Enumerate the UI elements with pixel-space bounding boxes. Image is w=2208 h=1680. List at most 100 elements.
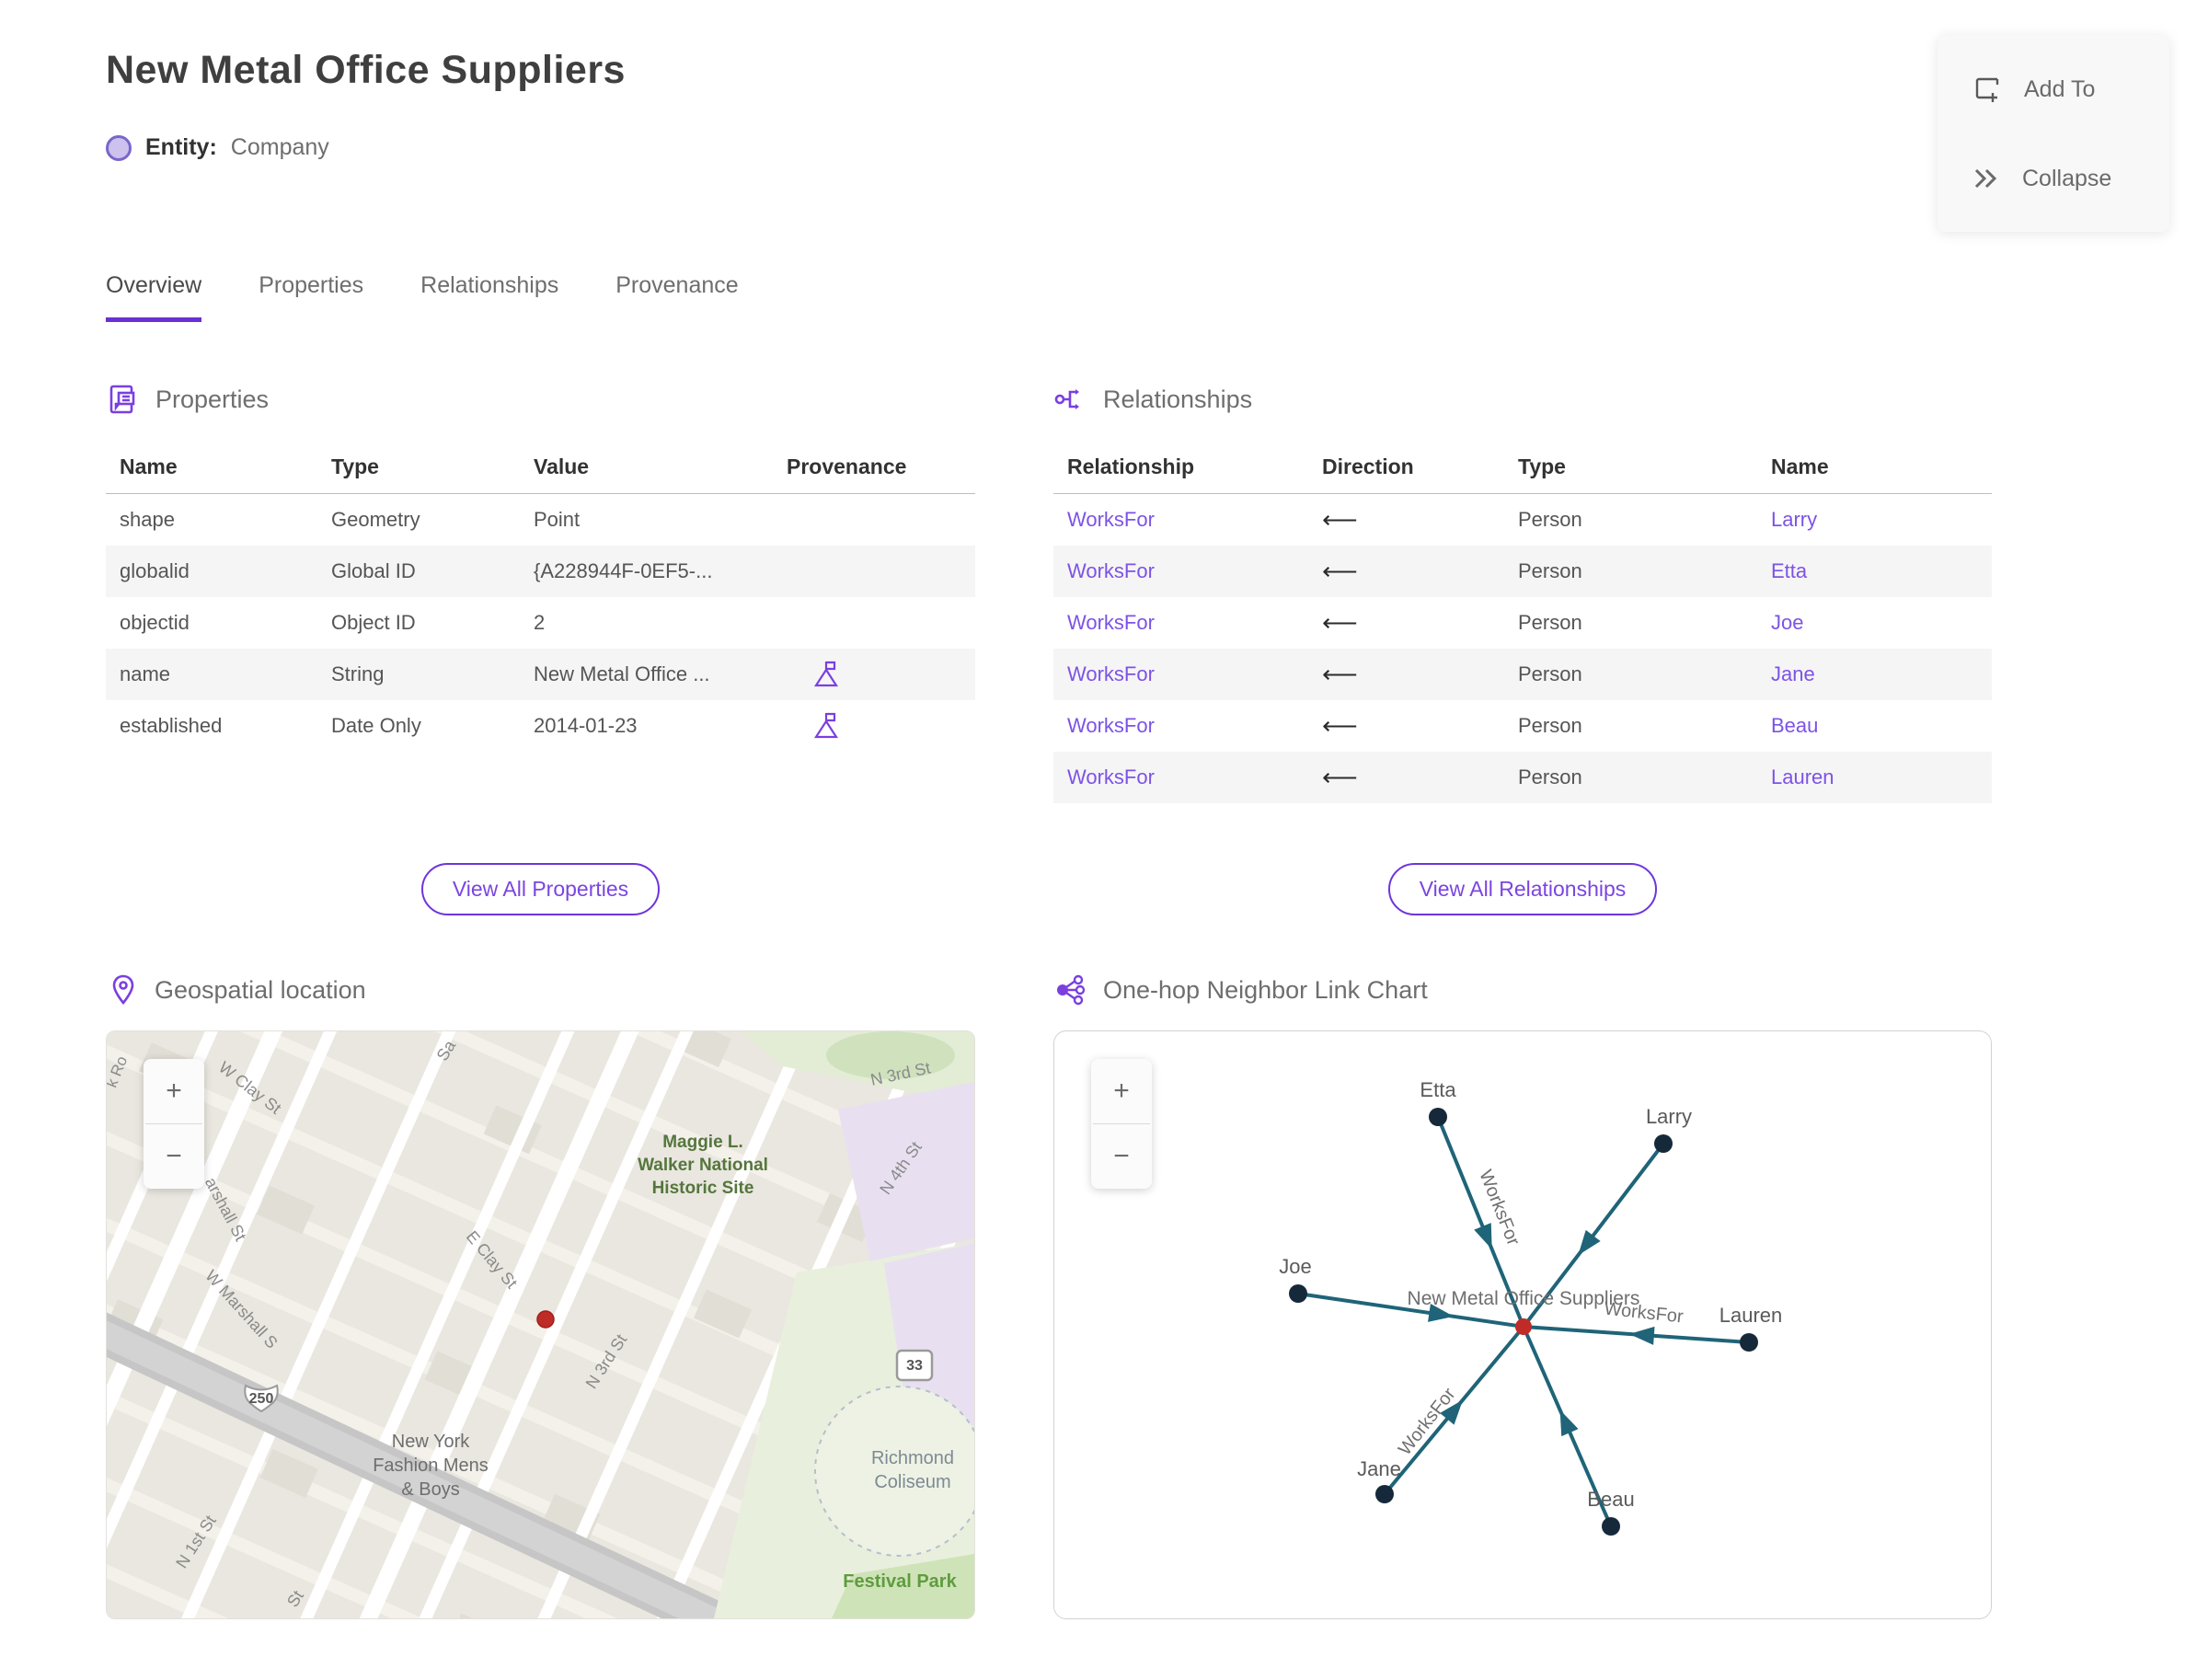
chart-zoom-in-button[interactable]: + [1091,1059,1152,1123]
column-header: Value [534,454,590,478]
page-title: New Metal Office Suppliers [106,48,626,92]
map-label: New York [392,1432,470,1452]
entity-type-badge [106,134,132,161]
relationship-link[interactable]: WorksFor [1053,611,1308,635]
one-hop-link-chart[interactable]: WorksFor WorksFor WorksFor Etta Larry Joe Laur… [1053,1030,1992,1619]
collapse-button[interactable]: Collapse [1938,158,2169,200]
relationship-row: WorksFor ⟵ Person Lauren [1053,752,1992,803]
tab-relationships[interactable]: Relationships [420,272,558,322]
property-type-cell: Geometry [331,508,420,531]
property-provenance-cell [773,660,975,689]
property-name-cell: shape [120,508,175,531]
property-row: objectid Object ID 2 [106,597,975,649]
property-row: name String New Metal Office ... [106,649,975,700]
entity-name-link[interactable]: Lauren [1757,765,1992,789]
entity-subtitle: Entity: Company [106,134,329,161]
chart-node-label: Etta [1420,1078,1456,1101]
location-pin-icon [112,974,134,1006]
view-all-relationships-button[interactable]: View All Relationships [1387,863,1658,915]
add-to-button[interactable]: Add To [1938,67,2169,111]
properties-section-title: Properties [155,385,270,413]
map-canvas[interactable]: k Ro W Clay StSaN 3rd StN 4th StMaggie L.… [107,1031,974,1618]
map-label: & Boys [401,1479,459,1500]
tab-provenance[interactable]: Provenance [615,272,738,322]
view-all-properties-button[interactable]: View All Properties [420,863,661,915]
chart-node-label: Joe [1279,1255,1311,1278]
map-zoom-in-button[interactable]: + [144,1059,204,1123]
related-type-cell: Person [1518,508,1582,531]
chart-zoom-out-button[interactable]: − [1091,1124,1152,1189]
svg-text:33: 33 [906,1358,923,1374]
relationships-table-header: Relationship Direction Type Name [1053,440,1992,494]
chart-node-jane[interactable] [1375,1485,1394,1503]
actions-panel: Add To Collapse [1938,35,2169,232]
chart-zoom-control: + − [1091,1059,1152,1189]
property-row: globalid Global ID {A228944F-0EF5-... [106,546,975,597]
chart-node-joe[interactable] [1289,1284,1307,1303]
column-header: Relationship [1067,454,1195,478]
add-to-icon [1975,78,1999,103]
relationships-table: Relationship Direction Type Name WorksFor ⟵ Pe… [1053,440,1992,803]
relationships-section-title: Relationships [1103,385,1253,413]
property-type-cell: Object ID [331,611,416,634]
map-label: Walker National [638,1156,768,1175]
relationship-link[interactable]: WorksFor [1053,508,1308,532]
related-type-cell: Person [1518,611,1582,634]
chart-center-node[interactable] [1515,1318,1532,1335]
chart-node-label: Beau [1587,1488,1634,1511]
entity-name-link[interactable]: Joe [1757,611,1992,635]
relationship-row: WorksFor ⟵ Person Larry [1053,494,1992,546]
entity-details-page: New Metal Office Suppliers Entity: Compa… [0,0,2208,1680]
tab-properties[interactable]: Properties [259,272,363,322]
relationship-link[interactable]: WorksFor [1053,714,1308,738]
property-value-cell: 2 [534,611,546,634]
properties-icon [109,385,135,414]
link-chart-section-title: One-hop Neighbor Link Chart [1103,975,1428,1004]
add-to-label: Add To [2024,75,2096,102]
entity-name-link[interactable]: Beau [1757,714,1992,738]
chart-node-etta[interactable] [1429,1108,1447,1126]
entity-name-link[interactable]: Larry [1757,508,1992,532]
link-chart-icon [1057,974,1086,1006]
chart-node-label: Lauren [1719,1304,1783,1327]
geospatial-map[interactable]: k Ro W Clay St Sa N 3rd St N 4th St Maggie L.… [106,1030,975,1619]
map-zoom-control: + − [144,1059,204,1189]
link-chart-section-header: One-hop Neighbor Link Chart [1053,973,1428,1007]
relationship-link[interactable]: WorksFor [1053,559,1308,583]
chart-node-beau[interactable] [1602,1517,1620,1536]
direction-arrow: ⟵ [1322,505,1358,534]
provenance-flag-icon[interactable] [812,660,840,689]
chart-center-label: New Metal Office Suppliers [1408,1288,1640,1309]
property-row: established Date Only 2014-01-23 [106,700,975,752]
route-shield-33: 33 [895,1349,934,1382]
entity-name-link[interactable]: Etta [1757,559,1992,583]
relationship-link[interactable]: WorksFor [1053,662,1308,686]
geospatial-section-title: Geospatial location [155,975,366,1004]
link-chart-canvas[interactable]: WorksForWorksForWorksForEttaLarryJoeLaur… [1054,1031,1991,1618]
related-type-cell: Person [1518,765,1582,788]
direction-arrow: ⟵ [1322,608,1358,637]
map-point-marker[interactable] [536,1310,555,1329]
related-type-cell: Person [1518,662,1582,685]
tab-overview[interactable]: Overview [106,272,202,322]
related-type-cell: Person [1518,714,1582,737]
relationship-row: WorksFor ⟵ Person Joe [1053,597,1992,649]
entity-name-link[interactable]: Jane [1757,662,1992,686]
related-type-cell: Person [1518,559,1582,582]
chart-node-lauren[interactable] [1740,1333,1758,1352]
relationships-icon [1054,389,1079,409]
chart-node-larry[interactable] [1654,1134,1673,1153]
map-label: Festival Park [843,1571,957,1592]
property-value-cell: Point [534,508,581,531]
provenance-flag-icon[interactable] [812,711,840,741]
entity-type: Company [230,134,329,160]
map-zoom-out-button[interactable]: − [144,1124,204,1189]
relationship-row: WorksFor ⟵ Person Jane [1053,649,1992,700]
relationship-link[interactable]: WorksFor [1053,765,1308,789]
entity-label: Entity: [145,134,217,160]
direction-arrow: ⟵ [1322,711,1358,740]
property-name-cell: established [120,714,223,737]
edge-arrowhead [1559,1410,1579,1437]
direction-arrow: ⟵ [1322,763,1358,791]
properties-table-header: Name Type Value Provenance [106,440,975,494]
